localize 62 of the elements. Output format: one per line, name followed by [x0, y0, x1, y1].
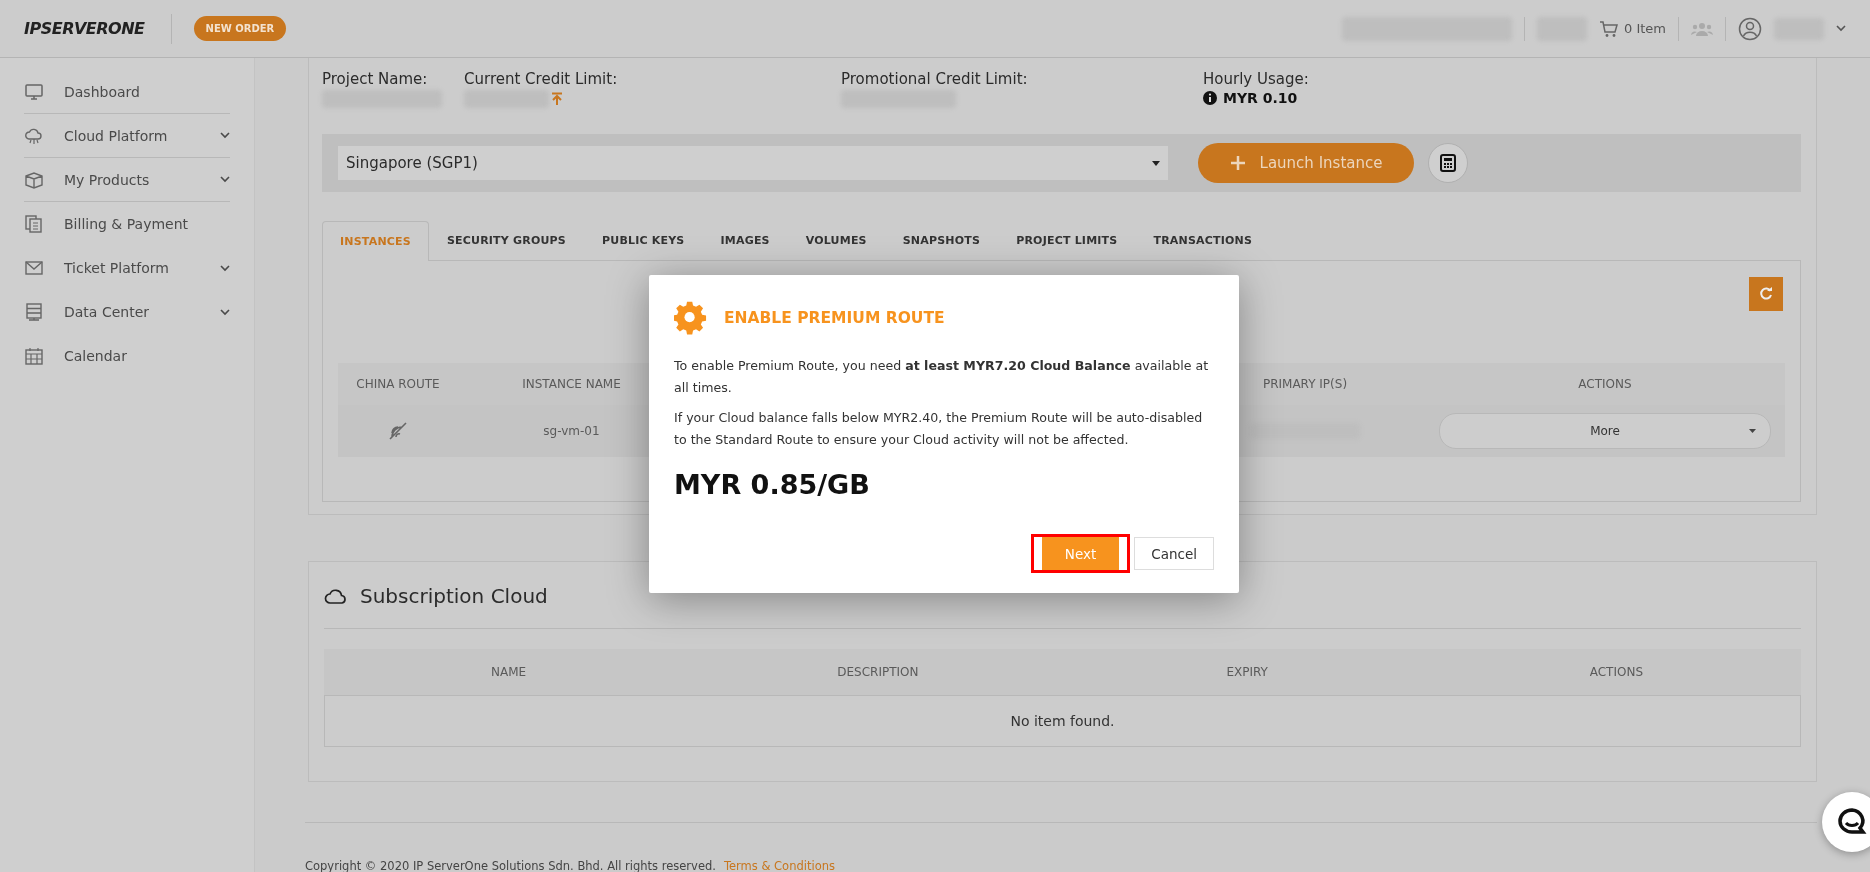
tab[interactable]: IMAGES — [702, 220, 788, 260]
sidebar-item[interactable]: My Products — [24, 158, 230, 202]
tab[interactable]: PROJECT LIMITS — [998, 220, 1136, 260]
user-icon[interactable] — [1738, 16, 1762, 41]
plus-icon — [1229, 155, 1246, 171]
field-label: Project Name: — [322, 70, 429, 88]
more-dropdown[interactable]: More — [1439, 413, 1771, 449]
sidebar-item[interactable]: Ticket Platform — [24, 246, 230, 290]
chevron-down-icon — [220, 308, 230, 316]
arrow-up-bar-icon[interactable] — [551, 92, 563, 106]
calculator-button[interactable] — [1428, 143, 1468, 183]
section-title: Subscription Cloud — [360, 584, 548, 608]
column-header: DESCRIPTION — [836, 665, 920, 679]
calculator-icon — [1440, 154, 1456, 172]
gear-icon — [674, 301, 708, 335]
field-label: Current Credit Limit: — [464, 70, 619, 88]
caret-icon — [1749, 429, 1756, 433]
receipt-icon — [24, 214, 44, 234]
info-icon — [1203, 91, 1217, 105]
chevron-down-icon — [220, 132, 230, 139]
cart-icon — [1599, 19, 1619, 38]
calendar-icon — [24, 346, 44, 366]
envelope-icon — [24, 258, 44, 278]
dialog-title: ENABLE PREMIUM ROUTE — [724, 309, 945, 327]
chat-button[interactable] — [1822, 792, 1870, 852]
refresh-button[interactable] — [1749, 277, 1783, 311]
region-dropdown[interactable]: Singapore (SGP1) — [338, 146, 1168, 180]
box-icon — [24, 169, 44, 190]
column-header: CHINA ROUTE — [338, 363, 458, 405]
chevron-down-icon — [220, 176, 230, 183]
sidebar-item[interactable]: Data Center — [24, 290, 230, 334]
column-header: ACTIONS — [1588, 665, 1644, 679]
tab[interactable]: SECURITY GROUPS — [428, 220, 584, 260]
sidebar-item[interactable]: Dashboard — [24, 70, 230, 114]
sidebar-item[interactable]: Billing & Payment — [24, 202, 230, 246]
route-off-icon[interactable] — [388, 421, 408, 441]
tab[interactable]: PUBLIC KEYS — [584, 220, 703, 260]
server-rack-icon — [24, 302, 44, 322]
refresh-icon — [1759, 287, 1773, 301]
sidebar-item[interactable]: Cloud Platform — [24, 114, 230, 158]
chat-bubble-icon — [1837, 807, 1867, 837]
sidebar-item[interactable]: Calendar — [24, 334, 230, 378]
cart-link[interactable]: 0 Item — [1599, 19, 1666, 38]
empty-message: No item found. — [1010, 713, 1115, 729]
chevron-down-icon — [1836, 25, 1846, 32]
tab[interactable]: VOLUMES — [787, 220, 885, 260]
column-header: NAME — [490, 665, 528, 679]
field-label: Promotional Credit Limit: — [841, 70, 1029, 88]
column-header: ACTIONS — [1425, 363, 1785, 405]
cancel-button[interactable]: Cancel — [1134, 537, 1214, 570]
price-text: MYR 0.85/GB — [674, 469, 871, 500]
tab[interactable]: SNAPSHOTS — [884, 220, 999, 260]
monitor-icon — [24, 81, 44, 102]
copyright-text: Copyright © 2020 IP ServerOne Solutions Sdn. Bhd. All rights reserved. — [305, 859, 716, 872]
field-label: Hourly Usage: — [1203, 70, 1309, 88]
hourly-usage-value: MYR 0.10 — [1223, 90, 1298, 106]
column-header: EXPIRY — [1225, 665, 1269, 679]
chevron-down-icon — [220, 264, 230, 272]
logo: IPSERVERONE — [24, 13, 172, 44]
caret-icon — [1152, 160, 1160, 166]
cloud-icon — [324, 587, 348, 605]
tab[interactable]: TRANSACTIONS — [1135, 220, 1271, 260]
